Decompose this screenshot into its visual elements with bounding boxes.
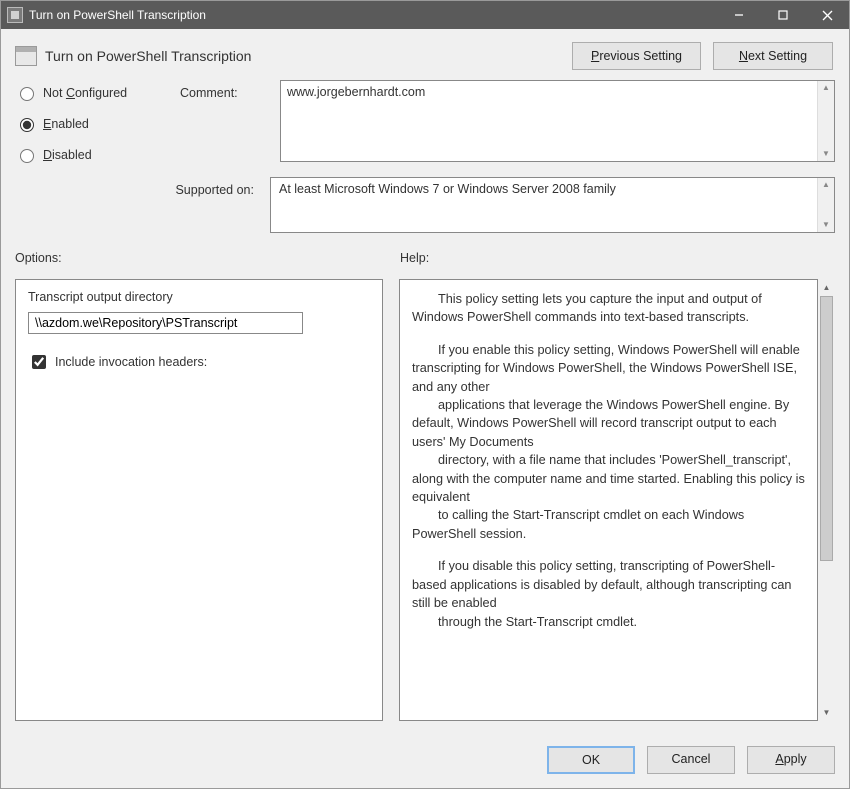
radio-not-configured[interactable]: Not Configured bbox=[15, 84, 170, 101]
scroll-up-icon[interactable]: ▲ bbox=[822, 181, 830, 189]
comment-label: Comment: bbox=[180, 80, 270, 100]
include-headers-checkbox[interactable] bbox=[32, 355, 46, 369]
comment-scrollbar[interactable]: ▲ ▼ bbox=[817, 81, 834, 161]
help-text-2a: If you enable this policy setting, Windo… bbox=[412, 341, 805, 396]
help-text-3b: through the Start-Transcript cmdlet. bbox=[412, 613, 805, 631]
help-text-3a: If you disable this policy setting, tran… bbox=[412, 557, 805, 612]
radio-not-configured-input[interactable] bbox=[20, 87, 34, 101]
policy-icon bbox=[15, 46, 37, 66]
supported-label: Supported on: bbox=[15, 177, 260, 197]
radio-enabled[interactable]: Enabled bbox=[15, 115, 170, 132]
scroll-down-icon[interactable]: ▼ bbox=[822, 150, 830, 158]
radio-disabled-input[interactable] bbox=[20, 149, 34, 163]
include-headers-label: Include invocation headers: bbox=[55, 355, 207, 369]
help-text-2c: directory, with a file name that include… bbox=[412, 451, 805, 506]
scroll-thumb[interactable] bbox=[820, 296, 833, 561]
minimize-button[interactable] bbox=[717, 1, 761, 29]
help-text-2b: applications that leverage the Windows P… bbox=[412, 396, 805, 451]
titlebar: Turn on PowerShell Transcription bbox=[1, 1, 849, 29]
help-text-1: This policy setting lets you capture the… bbox=[412, 290, 805, 327]
transcript-dir-label: Transcript output directory bbox=[28, 290, 370, 304]
ok-button[interactable]: OK bbox=[547, 746, 635, 774]
comment-value[interactable]: www.jorgebernhardt.com bbox=[281, 81, 817, 161]
apply-button[interactable]: Apply bbox=[747, 746, 835, 774]
options-panel: Transcript output directory Include invo… bbox=[15, 279, 383, 721]
policy-title: Turn on PowerShell Transcription bbox=[45, 48, 564, 64]
cancel-button[interactable]: Cancel bbox=[647, 746, 735, 774]
options-section-label: Options: bbox=[15, 251, 400, 265]
radio-enabled-input[interactable] bbox=[20, 118, 34, 132]
scroll-up-icon[interactable]: ▲ bbox=[818, 279, 835, 296]
radio-disabled[interactable]: Disabled bbox=[15, 146, 170, 163]
scroll-down-icon[interactable]: ▼ bbox=[818, 704, 835, 721]
scroll-up-icon[interactable]: ▲ bbox=[822, 84, 830, 92]
maximize-button[interactable] bbox=[761, 1, 805, 29]
dialog-footer: OK Cancel Apply bbox=[1, 734, 849, 788]
next-setting-button[interactable]: Next Setting bbox=[713, 42, 833, 70]
supported-scrollbar[interactable]: ▲ ▼ bbox=[817, 178, 834, 232]
help-section-label: Help: bbox=[400, 251, 429, 265]
help-text-2d: to calling the Start-Transcript cmdlet o… bbox=[412, 506, 805, 543]
help-scrollbar[interactable]: ▲ ▼ bbox=[818, 279, 835, 721]
policy-dialog: Turn on PowerShell Transcription Turn on… bbox=[0, 0, 850, 789]
supported-textbox: At least Microsoft Windows 7 or Windows … bbox=[270, 177, 835, 233]
close-button[interactable] bbox=[805, 1, 849, 29]
state-radios: Not Configured Enabled Disabled bbox=[15, 80, 170, 163]
scroll-down-icon[interactable]: ▼ bbox=[822, 221, 830, 229]
app-icon bbox=[7, 7, 23, 23]
window-title: Turn on PowerShell Transcription bbox=[29, 8, 206, 22]
comment-textbox[interactable]: www.jorgebernhardt.com ▲ ▼ bbox=[280, 80, 835, 162]
previous-setting-button[interactable]: Previous Setting bbox=[572, 42, 701, 70]
help-panel: This policy setting lets you capture the… bbox=[399, 279, 818, 721]
transcript-dir-input[interactable] bbox=[28, 312, 303, 334]
supported-value: At least Microsoft Windows 7 or Windows … bbox=[271, 178, 817, 232]
